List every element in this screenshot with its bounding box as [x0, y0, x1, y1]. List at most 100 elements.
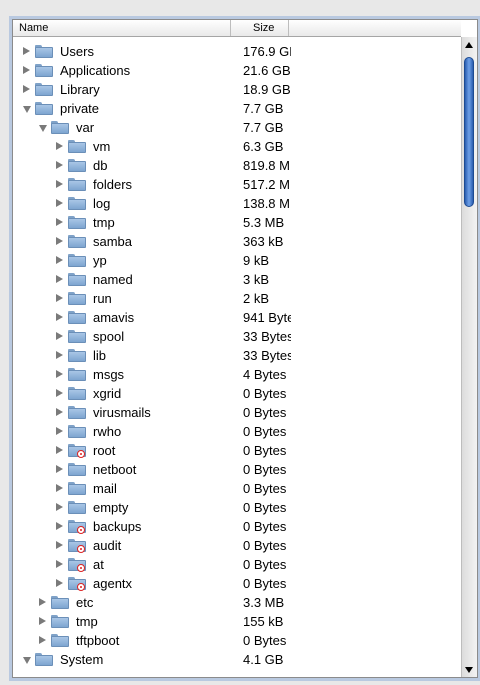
disclosure-closed-icon[interactable]: [56, 427, 63, 435]
scroll-thumb[interactable]: [464, 57, 474, 207]
outline-row[interactable]: netboot 0 Bytes: [13, 460, 461, 479]
outline-row[interactable]: db 819.8 MB: [13, 156, 461, 175]
disclosure-closed-icon[interactable]: [56, 389, 63, 397]
disclosure-closed-icon[interactable]: [23, 85, 30, 93]
outline-row[interactable]: agentx 0 Bytes: [13, 574, 461, 593]
outline-row[interactable]: backups 0 Bytes: [13, 517, 461, 536]
disclosure-closed-icon[interactable]: [39, 598, 46, 606]
folder-icon: [68, 349, 86, 362]
folder-icon: [51, 596, 69, 609]
outline-row[interactable]: yp 9 kB: [13, 251, 461, 270]
outline-row[interactable]: folders 517.2 MB: [13, 175, 461, 194]
row-size: 941 Bytes: [243, 310, 291, 325]
row-size: 517.2 MB: [243, 177, 291, 192]
disclosure-open-icon[interactable]: [39, 125, 47, 132]
restricted-folder-icon: [68, 558, 86, 572]
disclosure-closed-icon[interactable]: [56, 446, 63, 454]
disclosure-closed-icon[interactable]: [56, 503, 63, 511]
outline-row[interactable]: at 0 Bytes: [13, 555, 461, 574]
outline-row[interactable]: private 7.7 GB: [13, 99, 461, 118]
disclosure-closed-icon[interactable]: [56, 142, 63, 150]
row-size: 0 Bytes: [243, 443, 287, 458]
disclosure-closed-icon[interactable]: [56, 180, 63, 188]
outline-row[interactable]: vm 6.3 GB: [13, 137, 461, 156]
disclosure-closed-icon[interactable]: [56, 161, 63, 169]
outline-row[interactable]: tftpboot 0 Bytes: [13, 631, 461, 650]
row-size: 2 kB: [243, 291, 270, 306]
outline-row[interactable]: empty 0 Bytes: [13, 498, 461, 517]
row-size: 7.7 GB: [243, 101, 284, 116]
disclosure-closed-icon[interactable]: [56, 332, 63, 340]
disclosure-closed-icon[interactable]: [23, 47, 30, 55]
outline-row[interactable]: run 2 kB: [13, 289, 461, 308]
row-size: 7.7 GB: [243, 120, 284, 135]
outline-row[interactable]: var 7.7 GB: [13, 118, 461, 137]
folder-icon: [68, 387, 86, 400]
name-column-header[interactable]: Name: [19, 21, 48, 35]
outline-row[interactable]: root 0 Bytes: [13, 441, 461, 460]
file-size-outline-view: Name Size Users 176.9 GB Applications 21.6 …: [12, 19, 478, 678]
column-divider[interactable]: [230, 20, 231, 36]
disclosure-closed-icon[interactable]: [56, 199, 63, 207]
row-name: log: [93, 196, 111, 211]
disclosure-closed-icon[interactable]: [56, 351, 63, 359]
disclosure-closed-icon[interactable]: [56, 465, 63, 473]
outline-row[interactable]: named 3 kB: [13, 270, 461, 289]
outline-row[interactable]: audit 0 Bytes: [13, 536, 461, 555]
row-size: 0 Bytes: [243, 557, 287, 572]
disclosure-closed-icon[interactable]: [56, 408, 63, 416]
row-name: named: [93, 272, 133, 287]
outline-row[interactable]: Library 18.9 GB: [13, 80, 461, 99]
row-name: etc: [76, 595, 94, 610]
disclosure-closed-icon[interactable]: [56, 275, 63, 283]
disclosure-closed-icon[interactable]: [56, 218, 63, 226]
outline-row[interactable]: tmp 155 kB: [13, 612, 461, 631]
scroll-up-arrow-icon[interactable]: [465, 42, 473, 48]
disclosure-closed-icon[interactable]: [56, 579, 63, 587]
row-size: 5.3 MB: [243, 215, 285, 230]
scroll-down-arrow-icon[interactable]: [465, 667, 473, 673]
outline-row[interactable]: amavis 941 Bytes: [13, 308, 461, 327]
row-size: 819.8 MB: [243, 158, 291, 173]
outline-row[interactable]: spool 33 Bytes: [13, 327, 461, 346]
outline-row[interactable]: xgrid 0 Bytes: [13, 384, 461, 403]
disclosure-closed-icon[interactable]: [56, 484, 63, 492]
disclosure-closed-icon[interactable]: [56, 541, 63, 549]
disclosure-closed-icon[interactable]: [56, 294, 63, 302]
outline-row[interactable]: rwho 0 Bytes: [13, 422, 461, 441]
row-size: 33 Bytes: [243, 329, 291, 344]
row-name: at: [93, 557, 104, 572]
outline-row[interactable]: virusmails 0 Bytes: [13, 403, 461, 422]
disclosure-closed-icon[interactable]: [56, 237, 63, 245]
row-size: 0 Bytes: [243, 538, 287, 553]
disclosure-closed-icon[interactable]: [56, 560, 63, 568]
row-size: 21.6 GB: [243, 63, 291, 78]
outline-row[interactable]: mail 0 Bytes: [13, 479, 461, 498]
size-column-header[interactable]: Size: [253, 21, 274, 35]
disclosure-closed-icon[interactable]: [56, 256, 63, 264]
outline-row[interactable]: etc 3.3 MB: [13, 593, 461, 612]
disclosure-closed-icon[interactable]: [56, 370, 63, 378]
disclosure-closed-icon[interactable]: [39, 636, 46, 644]
outline-row[interactable]: msgs 4 Bytes: [13, 365, 461, 384]
outline-row[interactable]: samba 363 kB: [13, 232, 461, 251]
outline-row[interactable]: System 4.1 GB: [13, 650, 461, 669]
outline-row[interactable]: tmp 5.3 MB: [13, 213, 461, 232]
disclosure-closed-icon[interactable]: [23, 66, 30, 74]
outline-row[interactable]: Applications 21.6 GB: [13, 61, 461, 80]
disclosure-closed-icon[interactable]: [56, 313, 63, 321]
outline-row[interactable]: Users 176.9 GB: [13, 42, 461, 61]
outline-row[interactable]: log 138.8 MB: [13, 194, 461, 213]
disclosure-closed-icon[interactable]: [39, 617, 46, 625]
disclosure-open-icon[interactable]: [23, 657, 31, 664]
outline-row[interactable]: lib 33 Bytes: [13, 346, 461, 365]
disclosure-open-icon[interactable]: [23, 106, 31, 113]
row-size: 0 Bytes: [243, 462, 287, 477]
folder-icon: [68, 235, 86, 248]
row-name: virusmails: [93, 405, 151, 420]
row-name: vm: [93, 139, 111, 154]
vertical-scrollbar[interactable]: [461, 37, 477, 677]
disclosure-closed-icon[interactable]: [56, 522, 63, 530]
column-divider[interactable]: [288, 20, 289, 36]
row-name: tftpboot: [76, 633, 120, 648]
